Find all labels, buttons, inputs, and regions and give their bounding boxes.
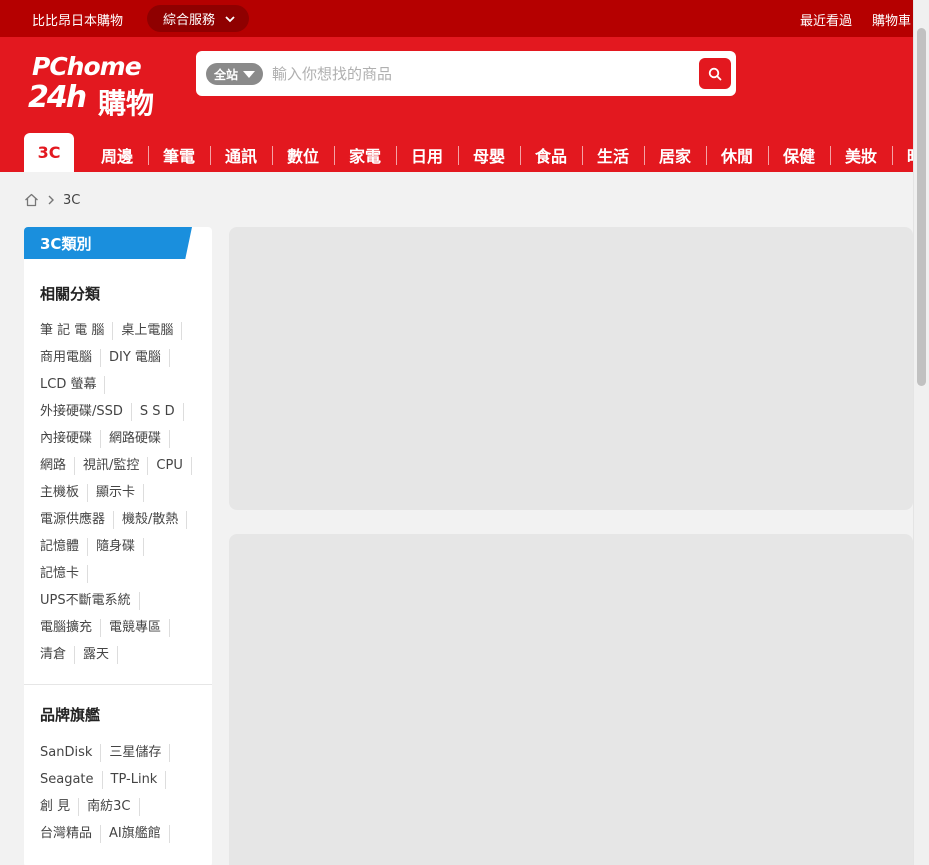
service-label: 綜合服務	[163, 13, 216, 28]
nav-tab[interactable]: 筆電	[148, 137, 210, 172]
breadcrumb-current[interactable]: 3C	[63, 193, 80, 208]
sidebar-link[interactable]: 主機板	[40, 483, 89, 502]
sidebar-link[interactable]: 視訊/監控	[83, 456, 149, 475]
sidebar-link[interactable]: 台灣精品	[40, 824, 102, 843]
sidebar-link-row: 內接硬碟 網路硬碟	[40, 425, 210, 452]
sidebar-link[interactable]: 創 見	[40, 797, 80, 816]
sidebar-link-row: 記憶卡	[40, 560, 210, 587]
cart-link[interactable]: 購物車	[872, 10, 911, 29]
sidebar-link-row: LCD 螢幕	[40, 371, 210, 398]
search-icon	[708, 67, 722, 80]
home-icon[interactable]	[24, 193, 39, 207]
search-bar: 全站	[196, 51, 736, 96]
sidebar-link[interactable]: 網路	[40, 456, 76, 475]
nav-tab[interactable]: 家電	[334, 137, 396, 172]
service-dropdown[interactable]: 綜合服務	[147, 5, 250, 32]
sidebar-link[interactable]: S S D	[140, 402, 184, 421]
content-placeholder-section	[229, 534, 913, 865]
sidebar-link[interactable]: 顯示卡	[96, 483, 145, 502]
sidebar-link-row: UPS不斷電系統	[40, 587, 210, 614]
sidebar-link-row: 記憶體 隨身碟	[40, 533, 210, 560]
sidebar-link-row: 電腦擴充 電競專區	[40, 614, 210, 641]
sidebar-link-row: 筆 記 電 腦桌上電腦	[40, 317, 210, 344]
sidebar-link[interactable]: 機殼/散熱	[122, 510, 188, 529]
brand-flagship-list: SanDisk 三星儲存 Seagate TP-Link 創 見南紡3C 台灣精品 AI旗艦…	[40, 739, 210, 847]
sidebar-link[interactable]: AI旗艦館	[109, 824, 170, 843]
sidebar-link[interactable]: TP-Link	[111, 770, 167, 789]
sidebar-category-tag: 3C類別	[24, 227, 192, 259]
search-input[interactable]	[272, 59, 682, 89]
sidebar-link-row: 電源供應器 機殼/散熱	[40, 506, 210, 533]
brand-flagship-title: 品牌旗艦	[40, 706, 101, 724]
sidebar-link-row: 商用電腦 DIY 電腦	[40, 344, 210, 371]
nav-tab[interactable]: 食品	[520, 137, 582, 172]
bibian-japan-link[interactable]: 比比昂日本購物	[32, 10, 123, 29]
sidebar-link-row: Seagate TP-Link	[40, 766, 210, 793]
sidebar-link[interactable]: 電競專區	[109, 618, 171, 637]
logo-text-24h: 24h	[28, 80, 87, 115]
sidebar-link[interactable]: 三星儲存	[109, 743, 171, 762]
logo-text-shopping: 購物	[98, 87, 155, 120]
nav-tab[interactable]: 母嬰	[458, 137, 520, 172]
sidebar-link[interactable]: DIY 電腦	[109, 348, 170, 367]
top-utility-bar: 比比昂日本購物 綜合服務 最近看過 購物車	[0, 0, 929, 37]
sidebar-link-row: 主機板 顯示卡	[40, 479, 210, 506]
nav-tab[interactable]: 休閒	[706, 137, 768, 172]
nav-tab[interactable]: 日用	[396, 137, 458, 172]
chevron-down-icon	[225, 15, 235, 22]
breadcrumb: 3C	[24, 190, 80, 210]
nav-tab[interactable]: 居家	[644, 137, 706, 172]
sidebar-link[interactable]: 記憶卡	[40, 564, 89, 583]
sidebar-link[interactable]: 網路硬碟	[109, 429, 171, 448]
sidebar-link[interactable]: 南紡3C	[87, 797, 140, 816]
recently-viewed-link[interactable]: 最近看過	[800, 10, 852, 29]
search-button[interactable]	[699, 58, 731, 89]
nav-tab[interactable]: 3C	[24, 133, 74, 172]
category-nav: 3C周邊筆電通訊數位家電日用母嬰食品生活居家休閒保健美妝時尚	[24, 133, 929, 172]
sidebar-link[interactable]: LCD 螢幕	[40, 375, 106, 394]
sidebar-link-row: 台灣精品 AI旗艦館	[40, 820, 210, 847]
page-scrollbar[interactable]	[913, 0, 929, 865]
sidebar-link[interactable]: 清倉	[40, 645, 76, 664]
caret-down-icon	[243, 70, 256, 78]
sidebar-link-row: SanDisk 三星儲存	[40, 739, 210, 766]
sidebar-link[interactable]: 內接硬碟	[40, 429, 102, 448]
sidebar-link[interactable]: 隨身碟	[96, 537, 145, 556]
sidebar-link[interactable]: 電腦擴充	[40, 618, 102, 637]
pchome-24h-logo[interactable]: PChome 24h 購物	[28, 52, 168, 120]
sidebar-link[interactable]: 外接硬碟/SSD	[40, 402, 132, 421]
sidebar-link-row: 網路 視訊/監控 CPU	[40, 452, 210, 479]
related-categories-title: 相關分類	[40, 285, 101, 303]
logo-text-pchome: PChome	[32, 52, 142, 81]
sidebar-link-row: 外接硬碟/SSD S S D	[40, 398, 210, 425]
content-placeholder-banner	[229, 227, 913, 510]
nav-tab[interactable]: 周邊	[86, 137, 148, 172]
nav-tab[interactable]: 美妝	[830, 137, 892, 172]
sidebar-divider	[24, 684, 212, 685]
sidebar-link[interactable]: 筆 記 電 腦	[40, 321, 114, 340]
nav-tab[interactable]: 數位	[272, 137, 334, 172]
nav-tab[interactable]: 生活	[582, 137, 644, 172]
sidebar-link[interactable]: 電源供應器	[40, 510, 115, 529]
sidebar-link[interactable]: CPU	[156, 456, 192, 475]
sidebar-link[interactable]: SanDisk	[40, 743, 102, 762]
main-header: PChome 24h 購物 全站 3C 周邊筆電通訊數位家電日用母嬰食品生活居家休…	[0, 37, 929, 172]
sidebar-link[interactable]: 露天	[83, 645, 119, 664]
category-sidebar: 3C類別 相關分類 筆 記 電 腦桌上電腦 商用電腦 DIY 電腦 LCD 螢幕 外接硬…	[24, 227, 212, 865]
nav-tab[interactable]: 通訊	[210, 137, 272, 172]
scrollbar-thumb[interactable]	[917, 28, 926, 386]
sidebar-link[interactable]: 桌上電腦	[121, 321, 183, 340]
sidebar-link-row: 創 見南紡3C	[40, 793, 210, 820]
sidebar-link-row: 清倉 露天	[40, 641, 210, 668]
sidebar-link[interactable]: 記憶體	[40, 537, 89, 556]
sidebar-link[interactable]: Seagate	[40, 770, 103, 789]
search-scope-dropdown[interactable]: 全站	[206, 63, 264, 85]
sidebar-link[interactable]: UPS不斷電系統	[40, 591, 140, 610]
sidebar-link[interactable]: 商用電腦	[40, 348, 102, 367]
search-scope-label: 全站	[214, 67, 239, 82]
related-categories-list: 筆 記 電 腦桌上電腦 商用電腦 DIY 電腦 LCD 螢幕 外接硬碟/SSD S S D…	[40, 317, 210, 668]
chevron-right-icon	[48, 195, 54, 205]
nav-tab[interactable]: 保健	[768, 137, 830, 172]
